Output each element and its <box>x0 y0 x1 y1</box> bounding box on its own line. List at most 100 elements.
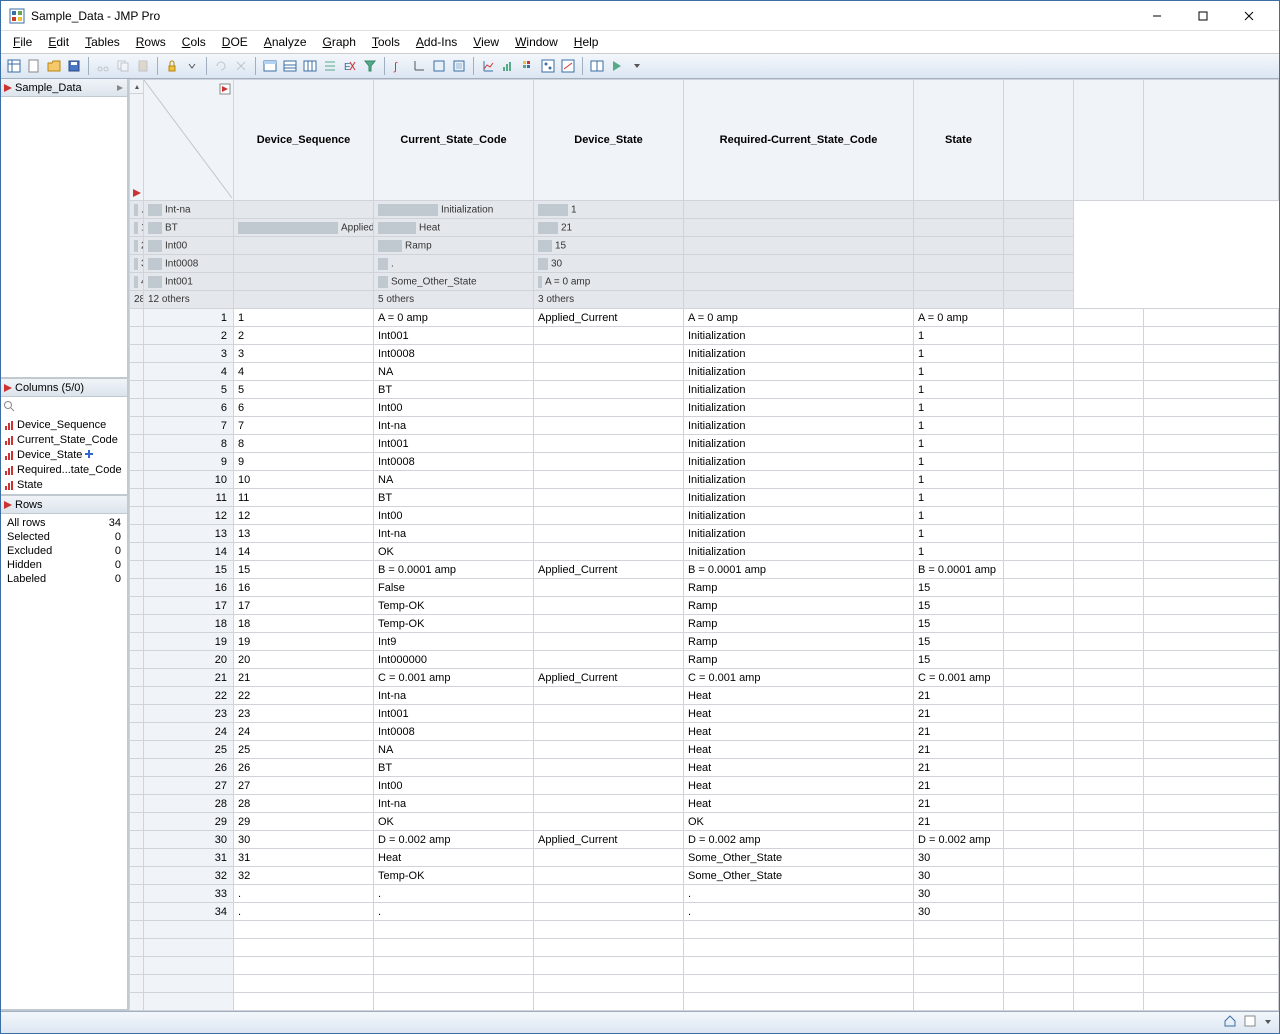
col-header[interactable]: Current_State_Code <box>374 80 534 201</box>
column-item[interactable]: Device_Sequence <box>3 417 125 432</box>
cell[interactable]: D = 0.002 amp <box>914 831 1004 849</box>
rerun-icon[interactable] <box>212 57 230 75</box>
cell[interactable]: . <box>684 885 914 903</box>
cell[interactable]: BT <box>374 381 534 399</box>
cell[interactable] <box>534 417 684 435</box>
row-number[interactable]: 33 <box>144 885 234 903</box>
cell[interactable] <box>534 507 684 525</box>
cell[interactable]: Applied_Current <box>534 669 684 687</box>
cell[interactable]: False <box>374 579 534 597</box>
table-row[interactable]: 2121C = 0.001 ampApplied_CurrentC = 0.00… <box>130 669 1279 687</box>
run-icon[interactable] <box>608 57 626 75</box>
cell[interactable] <box>534 579 684 597</box>
summary-cell[interactable]: 1 <box>130 219 144 237</box>
cell[interactable]: Initialization <box>684 399 914 417</box>
table-row[interactable]: 2727Int00Heat21 <box>130 777 1279 795</box>
summary-cell[interactable]: Int-na <box>144 201 234 219</box>
table-row[interactable]: 2525NAHeat21 <box>130 741 1279 759</box>
cell[interactable]: B = 0.0001 amp <box>374 561 534 579</box>
cell[interactable]: C = 0.001 amp <box>684 669 914 687</box>
cell[interactable] <box>534 435 684 453</box>
cell[interactable]: Initialization <box>684 507 914 525</box>
table-row[interactable]: 34...30 <box>130 903 1279 921</box>
cell[interactable]: 7 <box>234 417 374 435</box>
cell[interactable]: Initialization <box>684 489 914 507</box>
excludex-icon[interactable]: E <box>341 57 359 75</box>
table2-icon[interactable] <box>281 57 299 75</box>
cell[interactable]: 16 <box>234 579 374 597</box>
cell[interactable]: Heat <box>684 723 914 741</box>
cell[interactable] <box>534 903 684 921</box>
cell[interactable]: 8 <box>234 435 374 453</box>
summary-cell[interactable]: 4 <box>130 273 144 291</box>
row-number[interactable]: 22 <box>144 687 234 705</box>
chevron-down-icon[interactable] <box>1263 1016 1273 1030</box>
cell[interactable]: 1 <box>914 489 1004 507</box>
new-icon[interactable] <box>25 57 43 75</box>
cell[interactable]: Ramp <box>684 651 914 669</box>
cell[interactable]: 3 <box>234 345 374 363</box>
cell[interactable]: 1 <box>914 471 1004 489</box>
cell[interactable]: 1 <box>914 327 1004 345</box>
menu-help[interactable]: Help <box>566 33 607 51</box>
chevron-down-icon[interactable] <box>183 57 201 75</box>
cell[interactable]: Int-na <box>374 417 534 435</box>
cell[interactable]: Temp-OK <box>374 615 534 633</box>
table-row[interactable]: 33...30 <box>130 885 1279 903</box>
datatable-icon[interactable] <box>5 57 23 75</box>
paste-icon[interactable] <box>134 57 152 75</box>
table-row[interactable]: 77Int-naInitialization1 <box>130 417 1279 435</box>
row-number[interactable]: 26 <box>144 759 234 777</box>
cell[interactable] <box>534 705 684 723</box>
cell[interactable]: 19 <box>234 633 374 651</box>
chart1-icon[interactable] <box>539 57 557 75</box>
summary-cell[interactable]: Ramp <box>374 237 534 255</box>
cell[interactable]: Initialization <box>684 525 914 543</box>
hotspot-icon[interactable] <box>3 383 13 393</box>
save-icon[interactable] <box>65 57 83 75</box>
cell[interactable]: 1 <box>234 309 374 327</box>
cell[interactable]: Temp-OK <box>374 597 534 615</box>
row-number[interactable]: 23 <box>144 705 234 723</box>
summary-cell[interactable]: 3 <box>130 255 144 273</box>
row-number[interactable]: 3 <box>144 345 234 363</box>
row-number[interactable]: 30 <box>144 831 234 849</box>
cell[interactable]: 15 <box>914 579 1004 597</box>
table-row[interactable]: 66Int00Initialization1 <box>130 399 1279 417</box>
cell[interactable]: 21 <box>914 795 1004 813</box>
hotspot-icon[interactable] <box>3 500 13 510</box>
cell[interactable]: Initialization <box>684 543 914 561</box>
cell[interactable]: Some_Other_State <box>684 867 914 885</box>
table-row-empty[interactable] <box>130 975 1279 993</box>
table-row[interactable]: 1717Temp-OKRamp15 <box>130 597 1279 615</box>
cell[interactable] <box>534 723 684 741</box>
open-icon[interactable] <box>45 57 63 75</box>
table-row[interactable]: 1919Int9Ramp15 <box>130 633 1279 651</box>
row-stat[interactable]: Selected0 <box>3 530 125 544</box>
cell[interactable]: Heat <box>684 795 914 813</box>
cell[interactable]: 30 <box>914 867 1004 885</box>
table-row[interactable]: 3030D = 0.002 ampApplied_CurrentD = 0.00… <box>130 831 1279 849</box>
row-number[interactable]: 13 <box>144 525 234 543</box>
cell[interactable]: 21 <box>234 669 374 687</box>
cell[interactable] <box>534 795 684 813</box>
cell[interactable] <box>534 381 684 399</box>
cell[interactable]: Applied_Current <box>534 831 684 849</box>
cell[interactable] <box>534 759 684 777</box>
menu-window[interactable]: Window <box>507 33 566 51</box>
menu-add-ins[interactable]: Add-Ins <box>408 33 465 51</box>
hotspot-icon[interactable] <box>3 83 13 93</box>
cell[interactable]: 26 <box>234 759 374 777</box>
row-number[interactable]: 16 <box>144 579 234 597</box>
cell[interactable]: 18 <box>234 615 374 633</box>
cell[interactable]: OK <box>374 813 534 831</box>
col-header-empty[interactable] <box>1074 80 1144 201</box>
table-row[interactable]: 2020Int000000Ramp15 <box>130 651 1279 669</box>
cell[interactable]: 21 <box>914 705 1004 723</box>
cell[interactable] <box>534 813 684 831</box>
filter-icon[interactable] <box>361 57 379 75</box>
cell[interactable]: NA <box>374 363 534 381</box>
row-number[interactable]: 5 <box>144 381 234 399</box>
cell[interactable]: 21 <box>914 741 1004 759</box>
cell[interactable]: NA <box>374 471 534 489</box>
